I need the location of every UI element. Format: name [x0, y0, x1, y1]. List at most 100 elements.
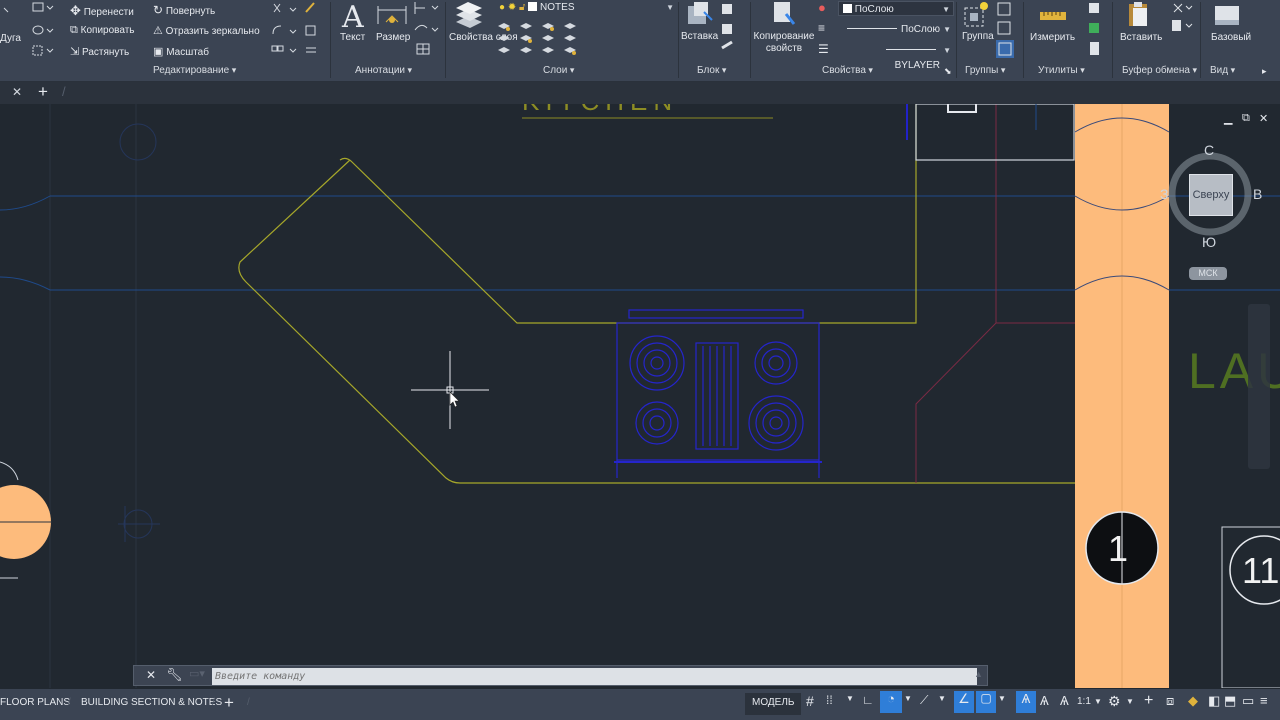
modify-panel-title[interactable]: Редактирование	[153, 65, 236, 76]
linetype-icon[interactable]: ☰	[818, 42, 829, 56]
customize-wrench-icon[interactable]: 🔧︎	[166, 667, 183, 683]
measure-button[interactable]: Измерить	[1030, 32, 1075, 43]
block-panel-title[interactable]: Блок	[697, 65, 726, 76]
snap-icon[interactable]: ⁞⁞	[826, 693, 833, 715]
polar-tracking-icon[interactable]: ◔	[880, 691, 902, 713]
object-snap-icon[interactable]: ▢	[976, 691, 996, 713]
match-properties-icon[interactable]	[770, 0, 800, 30]
annotation-scale-icon[interactable]: Ѧ	[1060, 693, 1069, 715]
color-wheel-icon[interactable]: ●	[818, 0, 826, 15]
group-button[interactable]: Группа	[962, 31, 994, 42]
object-snap-tracking-icon[interactable]: ∠	[954, 691, 974, 713]
annotation-panel-title[interactable]: Аннотации	[355, 65, 412, 76]
compass-west[interactable]: З	[1160, 186, 1168, 202]
text-button[interactable]: Текст	[340, 32, 365, 43]
dimension-button[interactable]: Размер	[376, 32, 410, 43]
lineweight-dropdown[interactable]: ПоСлою ▼	[838, 22, 954, 37]
chevron-up-icon[interactable]: ▲	[974, 669, 983, 679]
minimize-viewport-icon[interactable]: ▁	[1224, 112, 1232, 125]
clipboard-panel-title[interactable]: Буфер обмена	[1122, 65, 1197, 76]
close-tab-icon[interactable]: ✕	[12, 85, 22, 99]
rotate-button[interactable]: ↻ Повернуть	[153, 3, 215, 17]
restore-viewport-icon[interactable]: ⧉	[1242, 112, 1250, 125]
new-tab-button[interactable]: +	[38, 82, 48, 102]
base-view-button[interactable]: Базовый	[1211, 32, 1251, 43]
base-view-icon[interactable]	[1212, 2, 1244, 30]
chevron-down-icon[interactable]: ▼	[998, 694, 1006, 716]
chevron-down-icon[interactable]: ▼	[904, 694, 912, 716]
clipboard-extra-icons[interactable]	[1166, 0, 1196, 40]
tab-divider: /	[62, 84, 66, 99]
properties-launcher-icon[interactable]: ⬊	[944, 66, 952, 77]
view-panel-title[interactable]: Вид	[1210, 65, 1235, 76]
layer-properties-icon[interactable]	[452, 0, 486, 32]
copy-button[interactable]: ⧉ Копировать	[70, 24, 134, 37]
auto-scale-icon[interactable]: Ѧ	[1040, 693, 1049, 715]
drawing-canvas[interactable]: KITCHEN	[0, 104, 1280, 688]
layer-tools-icons[interactable]	[494, 16, 594, 60]
quick-properties-icon[interactable]: ◆	[1188, 693, 1198, 715]
isodraft-icon[interactable]: ⟋	[920, 693, 928, 715]
clean-screen-icon[interactable]: ▭	[1242, 693, 1254, 715]
units-icon[interactable]: ⧈	[1166, 693, 1174, 715]
chevron-down-icon[interactable]: ▼	[1126, 697, 1134, 719]
chevron-down-icon[interactable]: ▼	[846, 694, 854, 716]
modify-extra-icons[interactable]	[268, 0, 324, 62]
layer-properties-button[interactable]: Свойства слоя	[449, 32, 518, 44]
block-extra-icons[interactable]	[718, 0, 746, 60]
grid-icon[interactable]: #	[806, 693, 814, 715]
status-toggles: # ⁞⁞ ▼ ∟ ◔ ▼ ⟋ ▼ ∠ ▢ ▼ Ѧ Ѧ Ѧ 1:1 ▼ ⚙ ▼ +…	[804, 691, 1274, 718]
workspace-gear-icon[interactable]: ⚙	[1108, 693, 1121, 715]
arc-button-label[interactable]: Дуга	[0, 33, 21, 44]
layers-panel-title[interactable]: Слои	[543, 65, 574, 76]
layer-dropdown[interactable]: ● ✹ 🔓︎ NOTES ▼	[495, 0, 677, 15]
draw-tools-icons[interactable]	[0, 0, 62, 62]
compass-south[interactable]: Ю	[1202, 234, 1216, 250]
annotation-scale-value[interactable]: 1:1	[1077, 696, 1091, 718]
properties-panel-title[interactable]: Свойства	[822, 65, 873, 76]
paste-icon[interactable]	[1124, 0, 1154, 30]
layout-tab-floor-plans[interactable]: FLOOR PLANS	[0, 697, 70, 708]
stretch-button[interactable]: ⇲ Растянуть	[70, 45, 129, 58]
compass-north[interactable]: С	[1204, 142, 1214, 158]
navigation-bar[interactable]	[1248, 304, 1270, 469]
move-button[interactable]: ✥ Перенести	[70, 3, 134, 19]
groups-panel-title[interactable]: Группы	[965, 65, 1005, 76]
chevron-down-icon[interactable]: ▼	[1094, 697, 1102, 719]
measure-icon[interactable]	[1038, 4, 1068, 28]
group-icon[interactable]	[962, 0, 992, 30]
chevron-down-icon[interactable]: ▼	[938, 694, 946, 716]
match-properties-button[interactable]: Копирование свойств	[753, 31, 815, 55]
compass-east[interactable]: В	[1253, 186, 1262, 202]
scale-button[interactable]: ▣ Масштаб	[153, 45, 209, 58]
utilities-panel-title[interactable]: Утилиты	[1038, 65, 1085, 76]
lineweight-icon[interactable]: ≡	[818, 21, 825, 35]
ribbon-minimize-icon[interactable]: ▸	[1262, 66, 1267, 77]
hardware-acceleration-icon[interactable]: ⬒	[1224, 693, 1236, 715]
customize-menu-icon[interactable]: ≡	[1260, 693, 1268, 715]
add-layout-button[interactable]: +	[224, 693, 234, 713]
linetype-dropdown[interactable]: BYLAYER ▼	[838, 43, 954, 71]
viewcube-face-top[interactable]: Сверху	[1189, 174, 1233, 216]
insert-block-icon[interactable]	[684, 0, 716, 30]
color-dropdown[interactable]: ПоСлою ▼	[838, 1, 954, 16]
annotation-extra-icons[interactable]	[412, 0, 442, 62]
command-input[interactable]	[212, 668, 977, 685]
text-icon[interactable]: A	[342, 0, 364, 35]
insert-button[interactable]: Вставка	[681, 31, 718, 42]
recent-commands-icon[interactable]: ▭▾	[189, 667, 205, 680]
annotation-monitor-icon[interactable]: +	[1144, 692, 1153, 714]
ucs-menu-button[interactable]: МСК	[1189, 267, 1227, 280]
close-command-line-icon[interactable]: ✕	[146, 668, 156, 682]
ortho-icon[interactable]: ∟	[862, 693, 874, 715]
dimension-icon[interactable]	[376, 2, 408, 30]
layout-tab-building-section[interactable]: BUILDING SECTION & NOTES	[81, 697, 222, 708]
viewcube[interactable]: С З В Ю Сверху	[1160, 140, 1264, 250]
group-extra-icons[interactable]	[995, 0, 1017, 62]
paste-button[interactable]: Вставить	[1120, 32, 1162, 43]
annotation-visibility-icon[interactable]: Ѧ	[1016, 691, 1036, 713]
mirror-button[interactable]: ⚠ Отразить зеркально	[153, 24, 260, 37]
isolate-objects-icon[interactable]: ◧	[1208, 693, 1220, 715]
close-viewport-icon[interactable]: ✕	[1259, 112, 1268, 125]
utilities-extra-icons[interactable]	[1086, 0, 1106, 60]
